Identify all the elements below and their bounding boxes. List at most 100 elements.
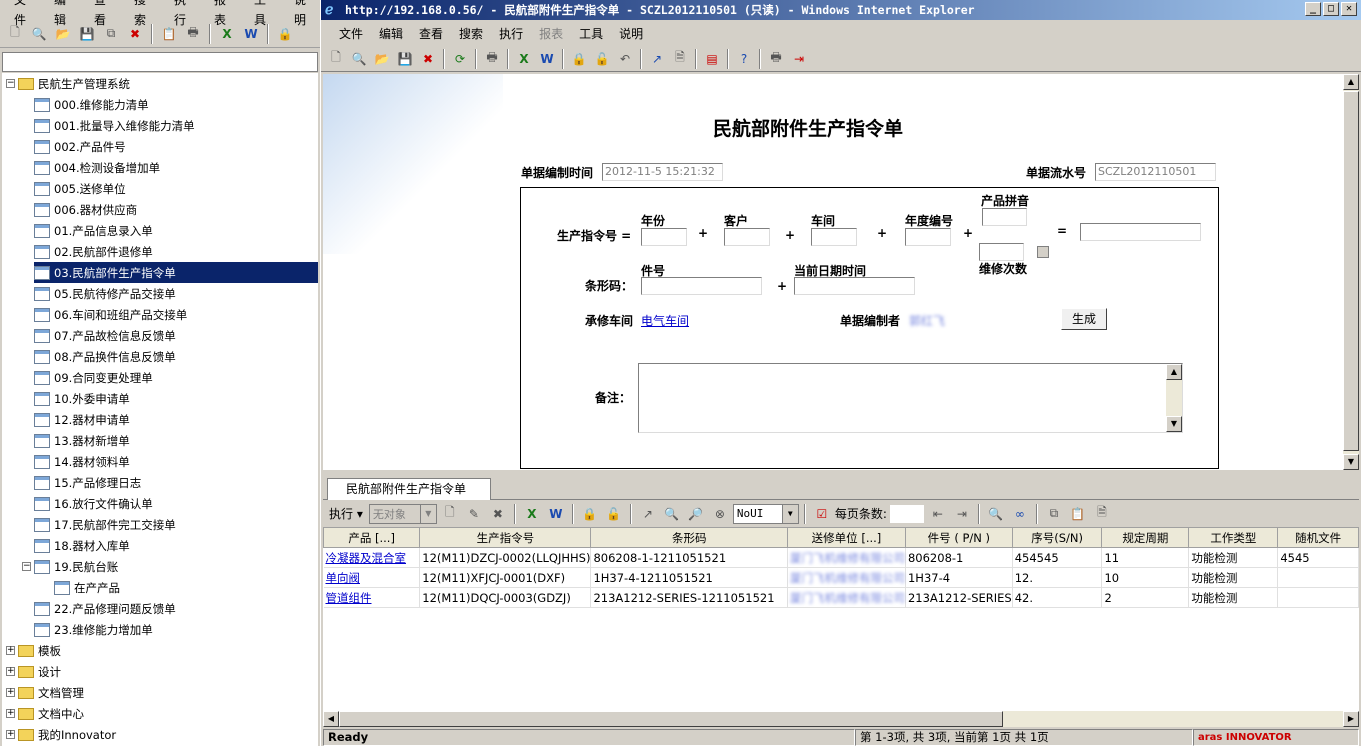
menu-edit[interactable]: 编辑 [371,25,411,42]
menu-help[interactable]: 说明 [611,25,651,42]
tree-item[interactable]: 17.民航部件完工交接单 [34,514,176,535]
expander-icon[interactable]: + [6,646,15,655]
tree-item[interactable]: 000.维修能力清单 [34,94,149,115]
tree-root-collapsed[interactable]: + 设计 [6,661,61,682]
tree-item[interactable]: 08.产品换件信息反馈单 [34,346,176,367]
column-header[interactable]: 工作类型 [1188,527,1279,548]
scroll-left-icon[interactable]: ◀ [323,711,339,727]
menu-file[interactable]: 文件 [331,25,371,42]
repair-count-field[interactable] [979,243,1024,261]
menu-view[interactable]: 查看 [411,25,451,42]
undo-icon[interactable]: ↶ [614,48,636,70]
column-header[interactable]: 件号 ( P/N ) [904,527,1013,548]
tree-item[interactable]: 14.器材领料单 [34,451,130,472]
checklist-icon[interactable]: ☑ [811,503,833,525]
serial-no-field[interactable]: SCZL2012110501 [1095,163,1216,181]
tree-root[interactable]: − 民航生产管理系统 [6,73,130,94]
print-preview-icon[interactable]: 🖶 [765,48,787,70]
tree-item[interactable]: 13.器材新增单 [34,430,130,451]
new-icon[interactable]: 🗋 [4,23,26,45]
view-combo[interactable]: NoUI ▼ [732,503,799,524]
find-icon[interactable]: 🔍 [985,503,1007,525]
refresh-icon[interactable]: ⟳ [449,48,471,70]
remarks-scrollbar[interactable]: ▲ ▼ [1166,364,1182,432]
clear-search-icon[interactable]: 🔎 [685,503,707,525]
year-field[interactable] [641,228,687,246]
product-link[interactable]: 单向阀 [323,567,421,588]
product-pinyin-field[interactable] [982,208,1027,226]
tree-item[interactable]: 09.合同变更处理单 [34,367,153,388]
repair-count-checkbox[interactable] [1037,246,1049,258]
tree-item[interactable]: 002.产品件号 [34,136,126,157]
link-icon[interactable]: ∞ [1009,503,1031,525]
tree-item[interactable]: 01.产品信息录入单 [34,220,153,241]
expander-icon[interactable]: + [6,730,15,739]
delete-icon[interactable]: ✖ [124,23,146,45]
chevron-down-icon[interactable]: ▼ [419,504,436,523]
tree-item[interactable]: 02.民航部件退修单 [34,241,153,262]
chevron-down-icon[interactable]: ▼ [781,504,798,523]
unlock-icon[interactable]: 🔓 [591,48,613,70]
tree-item[interactable]: 12.器材申请单 [34,409,130,430]
column-header[interactable]: 生产指令号 [419,527,592,548]
properties-icon[interactable]: 🗎 [669,48,691,70]
open-folder-icon[interactable]: 📂 [52,23,74,45]
scroll-right-icon[interactable]: ▶ [1343,711,1359,727]
column-header[interactable]: 送修单位 [...] [786,527,906,548]
scroll-thumb[interactable] [1343,91,1359,451]
tree-item[interactable]: 001.批量导入维修能力清单 [34,115,195,136]
created-time-field[interactable]: 2012-11-5 15:21:32 [602,163,723,181]
tree-root-collapsed[interactable]: + 文档管理 [6,682,84,703]
part-no-field[interactable] [641,277,762,295]
table-row[interactable]: 冷凝器及混合室 12(M11)DZCJ-0002(LLQJHHS) 806208-1… [323,547,1359,568]
product-link[interactable]: 管道组件 [323,587,421,608]
column-header[interactable]: 随机文件 [1277,527,1359,548]
maximize-icon[interactable]: □ [1323,2,1339,16]
preview-icon[interactable]: 🔍 [28,23,50,45]
scroll-thumb[interactable] [339,711,1003,727]
column-header[interactable]: 条形码 [590,527,788,548]
menu-search[interactable]: 搜索 [451,25,491,42]
excel-icon[interactable]: X [513,48,535,70]
order-no-result-field[interactable] [1080,223,1201,241]
excel-icon[interactable]: X [216,23,238,45]
generate-button[interactable]: 生成 [1061,308,1107,330]
workshop-field[interactable] [811,228,857,246]
expander-icon[interactable]: + [6,709,15,718]
word-icon[interactable]: W [545,503,567,525]
menu-execute[interactable]: 执行 [491,25,531,42]
menu-tools[interactable]: 工具 [571,25,611,42]
table-row[interactable]: 管道组件 12(M11)DQCJ-0003(GDZJ) 213A1212-SERIE… [323,587,1359,608]
repair-workshop-link[interactable]: 电气车间 [641,312,689,329]
expander-icon[interactable]: + [6,667,15,676]
lock-icon[interactable]: 🔒 [568,48,590,70]
tree-item[interactable]: 18.器材入库单 [34,535,130,556]
excel-icon[interactable]: X [521,503,543,525]
clipboard-icon[interactable]: 📋 [158,23,180,45]
tree-root-collapsed[interactable]: + 文档中心 [6,703,84,724]
table-row[interactable]: 单向阀 12(M11)XFJCJ-0001(DXF) 1H37-4-12110515… [323,567,1359,588]
word-icon[interactable]: W [536,48,558,70]
promote-icon[interactable]: ↗ [646,48,668,70]
tree-item[interactable]: 03.民航部件生产指令单 [34,262,318,283]
copy-icon[interactable]: ⧉ [100,23,122,45]
print-icon[interactable]: 🖶 [182,23,204,45]
tree-item[interactable]: 004.检测设备增加单 [34,157,160,178]
expander-icon[interactable]: − [22,562,31,571]
tree-item[interactable]: 23.维修能力增加单 [34,619,153,640]
delete-icon[interactable]: ✖ [417,48,439,70]
per-page-input[interactable] [888,503,925,524]
tree-item[interactable]: 10.外委申请单 [34,388,130,409]
lock-icon[interactable]: 🔒 [274,23,296,45]
column-header[interactable]: 序号(S/N) [1011,527,1103,548]
tree-item[interactable]: 22.产品修理问题反馈单 [34,598,176,619]
customer-field[interactable] [724,228,770,246]
stop-search-icon[interactable]: ⊗ [709,503,731,525]
tab-production-order[interactable]: 民航部附件生产指令单 [327,478,491,500]
tree-item[interactable]: 05.民航待修产品交接单 [34,283,176,304]
current-date-field[interactable] [794,277,915,295]
form-scrollbar[interactable]: ▲ ▼ [1343,74,1359,470]
tree-item[interactable]: 005.送修单位 [34,178,126,199]
annual-no-field[interactable] [905,228,951,246]
scroll-down-icon[interactable]: ▼ [1166,416,1182,432]
